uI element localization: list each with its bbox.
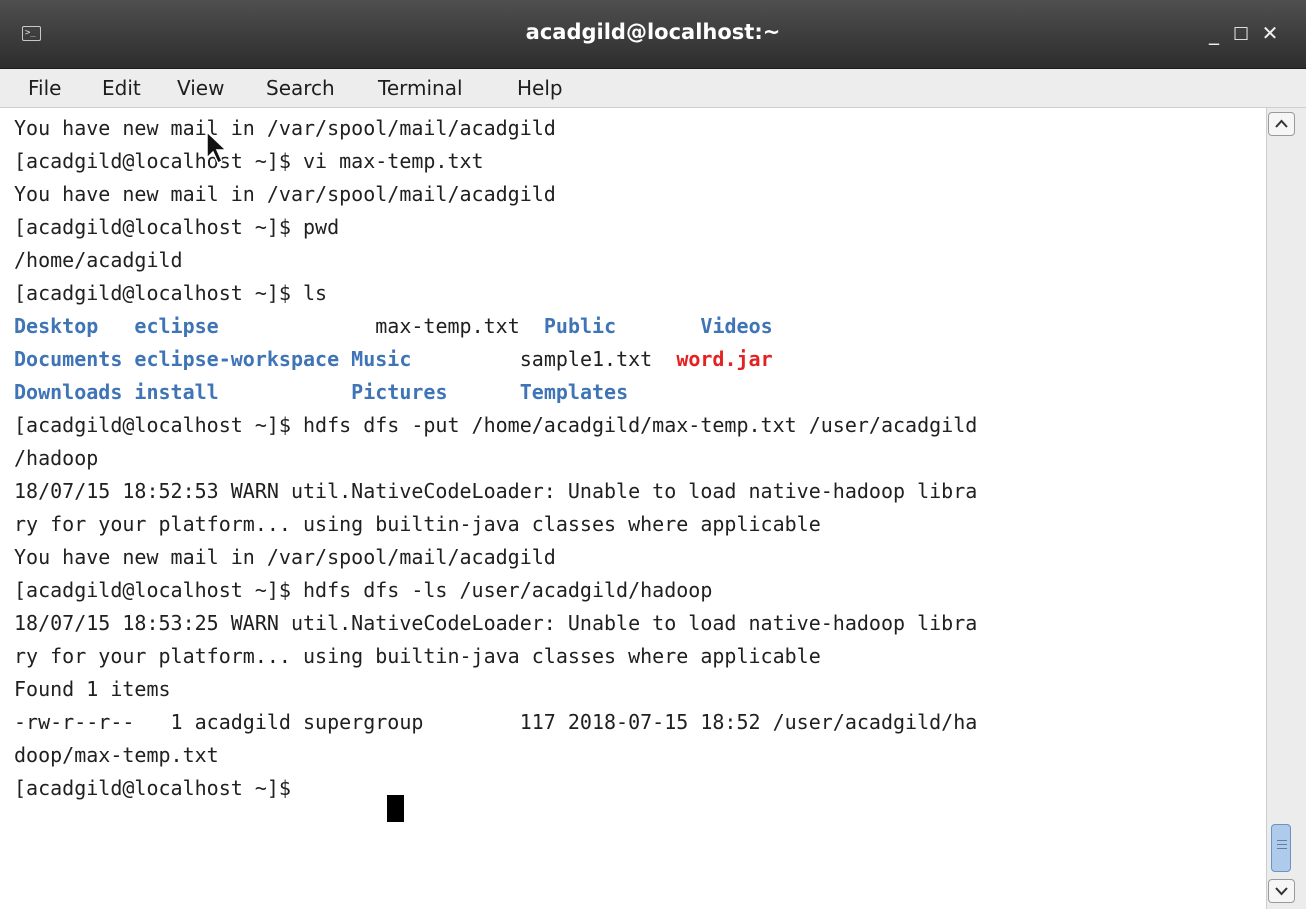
menu-edit[interactable]: Edit: [102, 75, 141, 101]
terminal-line: [acadgild@localhost ~]$ vi max-temp.txt: [14, 149, 484, 173]
menu-search[interactable]: Search: [266, 75, 335, 101]
scroll-up-button[interactable]: [1268, 112, 1295, 136]
scrollbar-thumb[interactable]: [1271, 824, 1291, 872]
terminal-line: 18/07/15 18:53:25 WARN util.NativeCodeLo…: [14, 611, 978, 635]
ls-output-row: Desktop eclipse max-temp.txt Public Vide…: [14, 310, 773, 343]
terminal-window: >_ acadgild@localhost:~ _ □ ✕ File Edit …: [0, 0, 1306, 909]
terminal-line: ry for your platform... using builtin-ja…: [14, 644, 821, 668]
terminal-line: Found 1 items: [14, 677, 171, 701]
terminal-line: You have new mail in /var/spool/mail/aca…: [14, 545, 556, 569]
grip-icon: [1277, 840, 1287, 852]
ls-entry-directory: Music: [351, 347, 412, 371]
ls-entry-directory: Videos: [700, 314, 773, 338]
terminal-line: /hadoop: [14, 446, 99, 470]
text-cursor: [387, 795, 404, 822]
terminal-line: 18/07/15 18:52:53 WARN util.NativeCodeLo…: [14, 479, 978, 503]
ls-output-row: Documents eclipse-workspace Music sample…: [14, 343, 773, 376]
chevron-up-icon: [1275, 119, 1288, 128]
ls-entry-directory: eclipse-workspace: [134, 347, 340, 371]
chevron-down-icon: [1275, 887, 1288, 896]
window-title: acadgild@localhost:~: [525, 20, 781, 44]
menu-bar: File Edit View Search Terminal Help: [0, 69, 1306, 108]
menu-terminal[interactable]: Terminal: [378, 75, 463, 101]
terminal-line: You have new mail in /var/spool/mail/aca…: [14, 116, 556, 140]
terminal-output[interactable]: You have new mail in /var/spool/mail/aca…: [0, 108, 1266, 909]
terminal-line: -rw-r--r-- 1 acadgild supergroup 117 201…: [14, 710, 978, 734]
close-button[interactable]: ✕: [1257, 20, 1283, 46]
terminal-line: [acadgild@localhost ~]$ pwd: [14, 215, 340, 239]
ls-entry-directory: Documents: [14, 347, 123, 371]
ls-entry-directory: eclipse: [134, 314, 219, 338]
ls-entry-directory: Public: [543, 314, 617, 338]
minimize-button[interactable]: _: [1201, 20, 1227, 46]
ls-entry-archive: word.jar: [676, 347, 773, 371]
terminal-line: doop/max-temp.txt: [14, 743, 219, 767]
menu-view[interactable]: View: [177, 75, 224, 101]
terminal-prompt: [acadgild@localhost ~]$: [14, 776, 303, 800]
ls-entry-directory: Downloads: [14, 380, 123, 404]
terminal-line: /home/acadgild: [14, 248, 183, 272]
ls-entry-directory: install: [134, 380, 219, 404]
menu-file[interactable]: File: [28, 75, 61, 101]
menu-help[interactable]: Help: [517, 75, 563, 101]
terminal-line: [acadgild@localhost ~]$ hdfs dfs -put /h…: [14, 413, 978, 437]
terminal-line: You have new mail in /var/spool/mail/aca…: [14, 182, 556, 206]
terminal-line: [acadgild@localhost ~]$ ls: [14, 281, 328, 305]
maximize-button[interactable]: □: [1228, 20, 1254, 46]
vertical-scrollbar[interactable]: [1266, 108, 1306, 909]
ls-entry-file: max-temp.txt: [375, 314, 520, 338]
ls-entry-directory: Pictures: [351, 380, 448, 404]
ls-entry-directory: Templates: [519, 380, 629, 404]
terminal-line: ry for your platform... using builtin-ja…: [14, 512, 821, 536]
scroll-down-button[interactable]: [1268, 879, 1295, 903]
ls-entry-directory: Desktop: [14, 314, 99, 338]
mouse-pointer-icon: [206, 131, 228, 165]
title-bar[interactable]: >_ acadgild@localhost:~ _ □ ✕: [0, 0, 1306, 69]
ls-output-row: Downloads install Pictures Templates: [14, 376, 628, 409]
ls-entry-file: sample1.txt: [519, 347, 653, 371]
terminal-line: [acadgild@localhost ~]$ hdfs dfs -ls /us…: [14, 578, 713, 602]
